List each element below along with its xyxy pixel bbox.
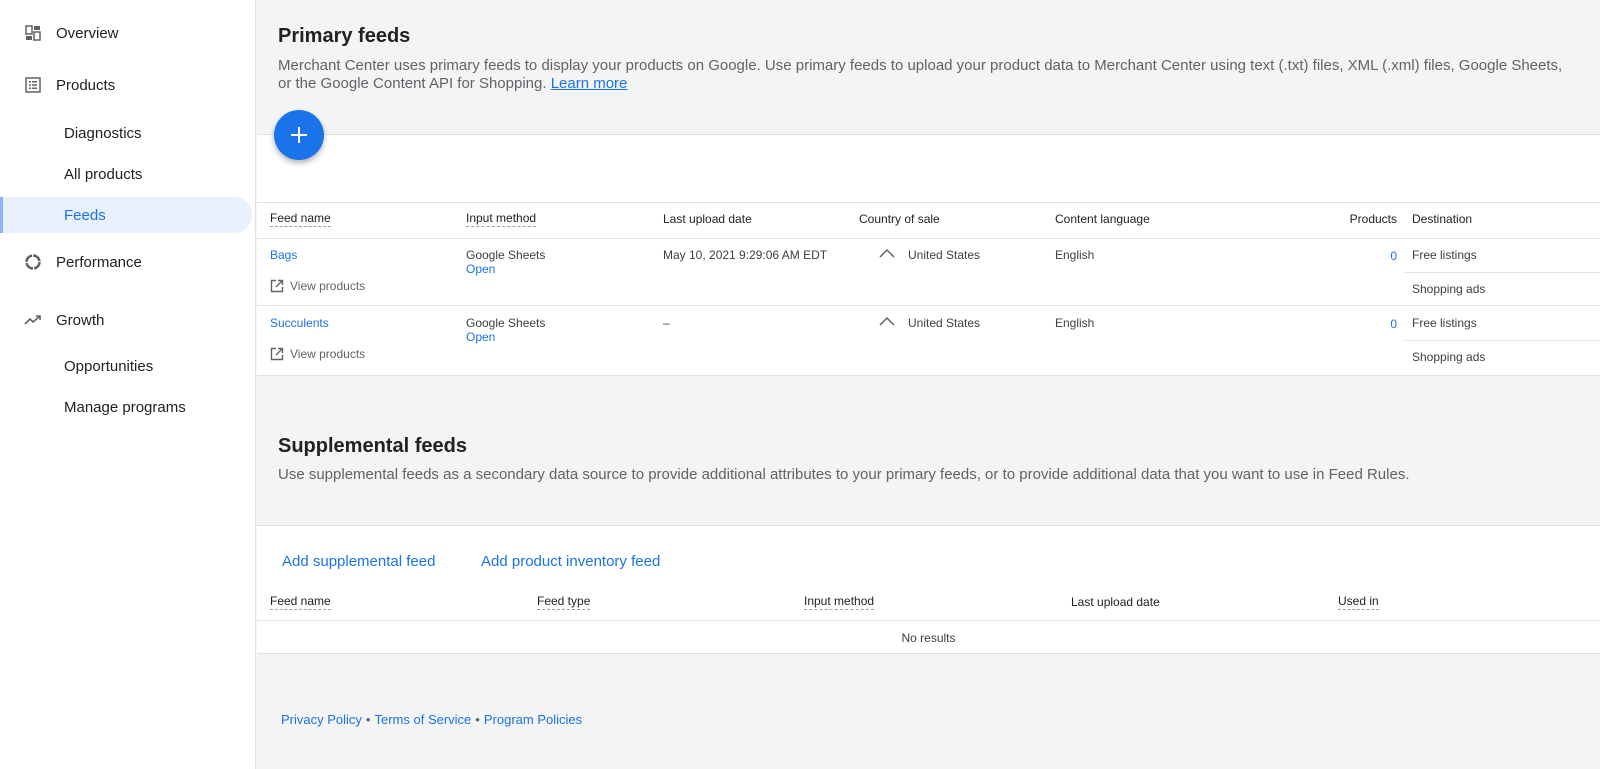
add-primary-feed-button[interactable] xyxy=(274,110,324,160)
content-language: English xyxy=(1055,248,1095,262)
sidebar-item-label: All products xyxy=(64,165,143,183)
plus-icon xyxy=(291,127,307,143)
divider xyxy=(257,305,1600,306)
sidebar: Overview Products Diagnostics All produc… xyxy=(0,0,256,769)
dashboard-icon xyxy=(24,24,42,42)
column-header-input-method[interactable]: Input method xyxy=(466,211,537,227)
open-sheet-link[interactable]: Open xyxy=(466,330,495,344)
add-product-inventory-feed-button[interactable]: Add product inventory feed xyxy=(481,553,660,570)
column-header-products: Products xyxy=(1349,212,1397,226)
destination: Free listings xyxy=(1412,248,1477,262)
chevron-up-icon[interactable] xyxy=(879,247,895,262)
sidebar-item-label: Feeds xyxy=(64,206,106,224)
view-products-link[interactable]: View products xyxy=(270,279,365,293)
column-header-country-of-sale: Country of sale xyxy=(859,212,940,226)
destination: Shopping ads xyxy=(1412,282,1486,296)
sidebar-item-label: Growth xyxy=(56,311,105,329)
column-header-feed-type[interactable]: Feed type xyxy=(537,594,591,610)
products-count[interactable]: 0 xyxy=(1347,317,1397,331)
separator: • xyxy=(365,712,371,727)
supplemental-feeds-title: Supplemental feeds xyxy=(278,435,467,457)
terms-of-service-link[interactable]: Terms of Service xyxy=(374,712,471,727)
program-policies-link[interactable]: Program Policies xyxy=(484,712,582,727)
divider xyxy=(257,202,1600,203)
last-upload-date: May 10, 2021 9:29:06 AM EDT xyxy=(663,248,828,262)
sidebar-item-label: Products xyxy=(56,76,116,94)
divider xyxy=(1405,272,1600,273)
primary-feeds-title: Primary feeds xyxy=(278,25,411,47)
add-supplemental-feed-button[interactable]: Add supplemental feed xyxy=(282,553,435,570)
last-upload-date: – xyxy=(663,316,670,330)
sidebar-item-label: Manage programs xyxy=(64,398,186,416)
feed-name-link[interactable]: Bags xyxy=(270,248,297,262)
divider xyxy=(257,620,1600,621)
column-header-content-language: Content language xyxy=(1055,212,1150,226)
input-method: Google Sheets xyxy=(466,248,546,262)
open-in-new-icon xyxy=(270,347,284,361)
country-of-sale: United States xyxy=(908,248,981,262)
column-header-feed-name[interactable]: Feed name xyxy=(270,594,331,610)
footer-links: Privacy Policy • Terms of Service • Prog… xyxy=(281,712,582,727)
sidebar-item-label: Opportunities xyxy=(64,357,154,375)
column-header-last-upload-date: Last upload date xyxy=(1071,595,1160,609)
country-of-sale: United States xyxy=(908,316,981,330)
supplemental-feeds-description: Use supplemental feeds as a secondary da… xyxy=(278,466,1410,483)
list-icon xyxy=(24,76,42,94)
sidebar-item-growth[interactable]: Growth xyxy=(0,302,252,338)
sidebar-item-all-products[interactable]: All products xyxy=(0,156,252,192)
sidebar-item-performance[interactable]: Performance xyxy=(0,244,252,280)
products-count[interactable]: 0 xyxy=(1347,249,1397,263)
trending-up-icon xyxy=(24,311,42,329)
sidebar-item-label: Performance xyxy=(56,253,142,271)
open-sheet-link[interactable]: Open xyxy=(466,262,495,276)
column-header-destination: Destination xyxy=(1412,212,1473,226)
no-results-message: No results xyxy=(901,631,956,645)
content-language: English xyxy=(1055,316,1095,330)
column-header-input-method[interactable]: Input method xyxy=(804,594,875,610)
sidebar-item-overview[interactable]: Overview xyxy=(0,15,252,51)
feed-name-link[interactable]: Succulents xyxy=(270,316,329,330)
sidebar-item-label: Overview xyxy=(56,24,119,42)
view-products-link[interactable]: View products xyxy=(270,347,365,361)
sidebar-item-opportunities[interactable]: Opportunities xyxy=(0,348,252,384)
sidebar-item-label: Diagnostics xyxy=(64,124,142,142)
chevron-up-icon[interactable] xyxy=(879,315,895,330)
open-in-new-icon xyxy=(270,279,284,293)
primary-feeds-table: Feed name Input method Last upload date … xyxy=(257,134,1600,376)
performance-icon xyxy=(24,253,42,271)
column-header-feed-name[interactable]: Feed name xyxy=(270,211,331,227)
main-content: Primary feeds Merchant Center uses prima… xyxy=(257,0,1600,769)
learn-more-link[interactable]: Learn more xyxy=(551,75,628,92)
input-method: Google Sheets xyxy=(466,316,546,330)
column-header-last-upload-date: Last upload date xyxy=(663,212,752,226)
sidebar-item-manage-programs[interactable]: Manage programs xyxy=(0,389,252,425)
destination: Free listings xyxy=(1412,316,1477,330)
divider xyxy=(1405,340,1600,341)
primary-feeds-description: Merchant Center uses primary feeds to di… xyxy=(278,57,1563,92)
supplemental-feeds-table: Add supplemental feed Add product invent… xyxy=(257,525,1600,654)
separator: • xyxy=(475,712,480,727)
destination: Shopping ads xyxy=(1412,350,1486,364)
sidebar-item-feeds[interactable]: Feeds xyxy=(0,197,252,233)
column-header-used-in[interactable]: Used in xyxy=(1338,594,1379,610)
divider xyxy=(257,238,1600,239)
privacy-policy-link[interactable]: Privacy Policy xyxy=(281,712,362,727)
sidebar-item-products[interactable]: Products xyxy=(0,67,252,103)
sidebar-item-diagnostics[interactable]: Diagnostics xyxy=(0,115,252,151)
